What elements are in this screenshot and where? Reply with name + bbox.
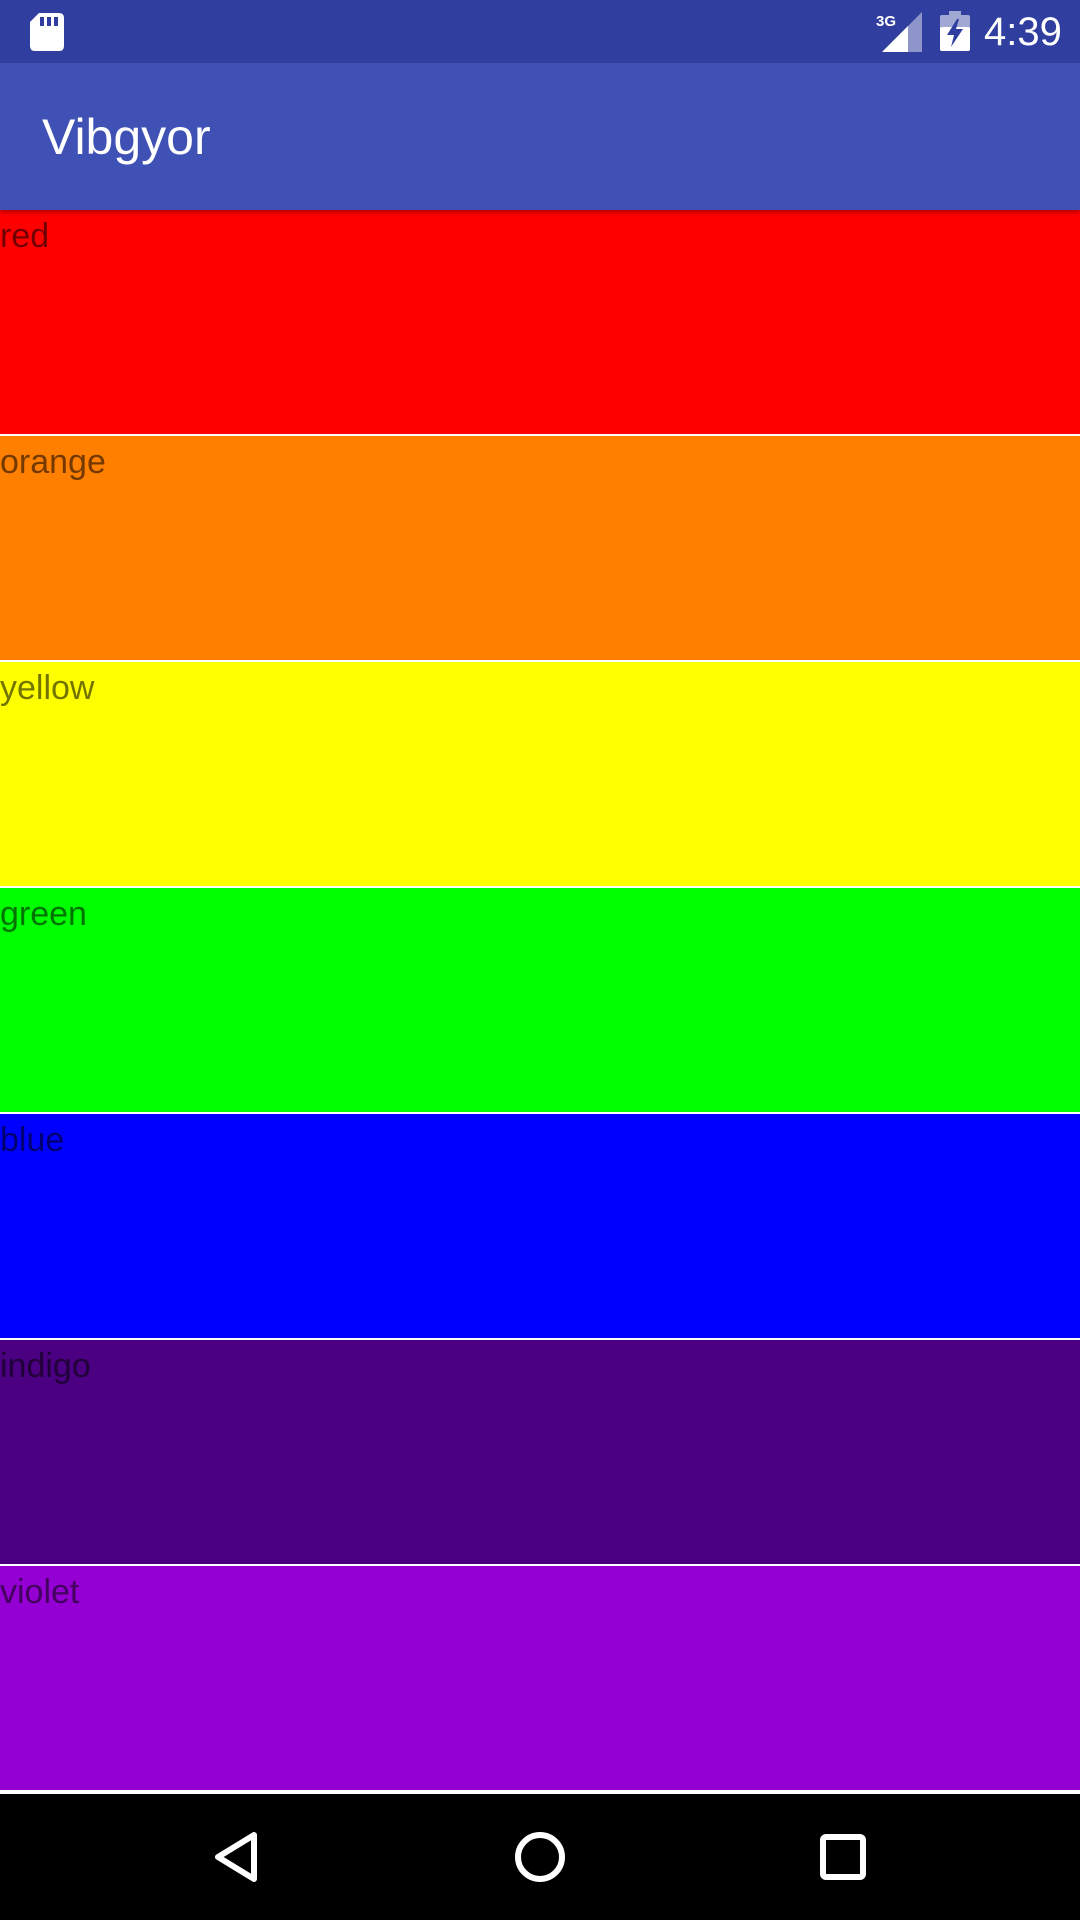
color-label: yellow: [0, 669, 95, 707]
color-row-orange[interactable]: orange: [0, 436, 1080, 660]
color-label: indigo: [0, 1347, 91, 1385]
screen: 3G 4:39 Vibgyor red orange yellow green: [0, 0, 1080, 1920]
app-title: Vibgyor: [42, 109, 211, 165]
color-row-violet[interactable]: violet: [0, 1566, 1080, 1790]
color-row-red[interactable]: red: [0, 210, 1080, 434]
network-type-label: 3G: [876, 13, 896, 30]
status-clock: 4:39: [984, 10, 1062, 54]
navigation-bar: [0, 1794, 1080, 1920]
color-label: blue: [0, 1121, 65, 1159]
color-label: orange: [0, 443, 106, 481]
color-list: red orange yellow green blue indigo viol…: [0, 210, 1080, 1792]
sd-card-icon: [30, 13, 64, 51]
home-icon[interactable]: [500, 1817, 580, 1897]
back-icon[interactable]: [196, 1817, 276, 1897]
color-row-indigo[interactable]: indigo: [0, 1340, 1080, 1564]
app-bar: Vibgyor: [0, 63, 1080, 210]
color-label: red: [0, 217, 50, 255]
recent-apps-icon[interactable]: [803, 1817, 883, 1897]
color-label: green: [0, 895, 87, 933]
color-label: violet: [0, 1573, 80, 1611]
signal-icon: 3G: [876, 10, 922, 52]
status-bar: 3G 4:39: [0, 0, 1080, 63]
battery-charging-icon: [940, 11, 970, 51]
color-row-blue[interactable]: blue: [0, 1114, 1080, 1338]
color-row-green[interactable]: green: [0, 888, 1080, 1112]
color-row-yellow[interactable]: yellow: [0, 662, 1080, 886]
